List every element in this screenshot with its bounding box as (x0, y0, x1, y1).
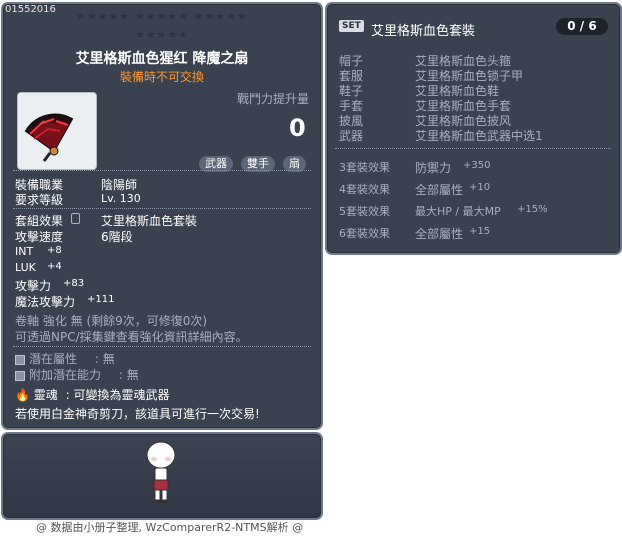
additional-potential-label: 附加潛在能力 (29, 368, 102, 382)
fan-weapon-icon (24, 113, 74, 162)
potential-row: 潛在屬性 : 無 (15, 350, 115, 367)
level-label: 要求等級 (15, 193, 64, 207)
set-effect-value: 艾里格斯血色套裝 (101, 214, 198, 228)
item-tooltip-panel: 01552016 ★★★★★ ★★★★★ ★★★★★ ★★★★★ 艾里格斯血色猩… (1, 2, 323, 430)
set-effect-tier: 6套裝效果 (339, 227, 390, 240)
scissors-note: 若使用白金神奇剪刀，該道具可進行一次交易! (15, 407, 260, 421)
combat-power-value: 0 (289, 114, 306, 142)
set-effect-stat: 全部屬性 (415, 183, 464, 197)
set-effect-value: +350 (463, 160, 491, 171)
stat-value: +111 (87, 294, 115, 305)
potential-value: : 無 (94, 352, 115, 366)
attack-speed-label: 攻擊速度 (15, 230, 64, 244)
stat-label: LUK (15, 261, 36, 274)
set-title: 艾里格斯血色套裝 (371, 24, 476, 39)
set-effect-value: +10 (469, 182, 491, 193)
divider (13, 208, 311, 209)
character-preview-panel (1, 432, 323, 520)
stat-label: 攻擊力 (15, 279, 52, 293)
potential-icon (15, 354, 25, 365)
set-effect-tier: 4套裝效果 (339, 183, 390, 196)
item-icon-frame (17, 92, 97, 170)
potential-label: 潛在屬性 (29, 352, 78, 366)
attack-speed-value: 6階段 (101, 230, 133, 244)
set-effect-value: +15 (469, 226, 491, 237)
soul-value: : 可變換為靈魂武器 (65, 388, 170, 402)
additional-potential-row: 附加潛在能力 : 無 (15, 366, 139, 383)
set-effect-label: 套組效果 (15, 214, 64, 228)
item-name: 艾里格斯血色猩红 降魔之扇 (75, 51, 249, 67)
set-effect-tier: 3套裝效果 (339, 161, 390, 174)
star-force-row-2: ★★★★★ (134, 28, 190, 41)
soul-flame-icon: 🔥 (15, 388, 30, 402)
stat-value: +8 (47, 245, 62, 256)
job-value: 陰陽師 (101, 178, 138, 192)
stat-label: INT (15, 245, 34, 258)
credit-footer: @ 数据由小册子整理, WzComparerR2-NTMS解析 @ (36, 521, 304, 534)
divider (13, 346, 311, 347)
stat-label: 魔法攻擊力 (15, 295, 76, 309)
divider (335, 148, 611, 149)
set-piece-name: 艾里格斯血色武器中选1 (415, 129, 543, 143)
stat-value: +83 (63, 278, 85, 289)
combat-power-label: 戰鬥力提升量 (237, 92, 310, 106)
set-info-panel: SET 艾里格斯血色套裝 0 / 6 帽子 艾里格斯血色头箍 套服 艾里格斯血色… (325, 2, 622, 255)
soul-row: 🔥 靈魂 : 可變換為靈魂武器 (15, 386, 169, 403)
enhance-hint: 可透過NPC/採集鍵查看強化資訊詳細內容。 (15, 330, 248, 344)
stat-value: +4 (47, 261, 62, 272)
character-sprite (146, 441, 176, 503)
lock-icon (71, 213, 80, 224)
additional-potential-value: : 無 (118, 368, 139, 382)
soul-label: 靈魂 (33, 388, 58, 402)
set-piece-count: 0 / 6 (556, 18, 608, 35)
trade-note: 裝備時不可交換 (119, 70, 204, 84)
set-effect-value: +15% (517, 204, 548, 215)
enhance-info: 卷軸 強化 無 (剩餘9次，可修復0次) (15, 314, 208, 328)
divider (13, 170, 311, 171)
set-badge: SET (339, 20, 364, 32)
set-effect-stat: 全部屬性 (415, 227, 464, 241)
set-effect-stat: 最大HP / 最大MP (415, 205, 501, 218)
level-value: Lv. 130 (101, 192, 141, 205)
set-piece-slot: 武器 (339, 129, 364, 143)
set-effect-tier: 5套裝效果 (339, 205, 390, 218)
set-effect-stat: 防禦力 (415, 161, 452, 175)
additional-potential-icon (15, 370, 25, 381)
star-force-row-1: ★★★★★ ★★★★★ ★★★★★ (76, 10, 248, 23)
